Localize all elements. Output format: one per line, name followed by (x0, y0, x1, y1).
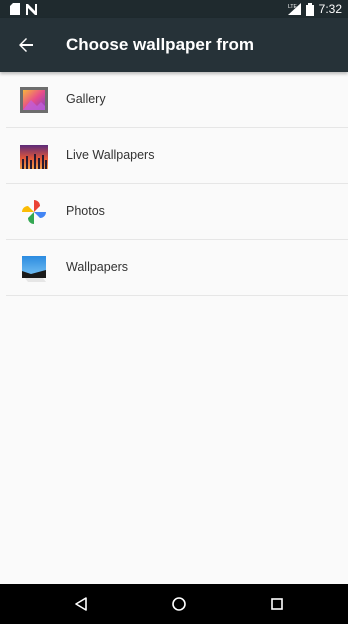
status-left-icons (10, 3, 37, 15)
gallery-icon (20, 87, 48, 113)
signal-icon: LTE (287, 3, 301, 15)
wallpaper-source-list: Gallery Live Wallpapers Photos Wallpaper… (6, 72, 348, 296)
nav-recents-button[interactable] (265, 592, 289, 616)
list-item-label: Wallpapers (66, 260, 129, 274)
nav-back-button[interactable] (69, 592, 93, 616)
photos-icon (22, 200, 46, 224)
wallpapers-icon (22, 256, 46, 282)
list-item-gallery[interactable]: Gallery (6, 72, 348, 128)
app-bar: Choose wallpaper from (0, 18, 348, 72)
list-item-live-wallpapers[interactable]: Live Wallpapers (6, 128, 348, 184)
svg-text:LTE: LTE (288, 4, 297, 10)
arrow-back-icon (19, 38, 33, 52)
page-title: Choose wallpaper from (66, 35, 254, 54)
nav-home-button[interactable] (167, 592, 191, 616)
back-triangle-icon (75, 597, 87, 611)
list-item-wallpapers[interactable]: Wallpapers (6, 240, 348, 296)
list-item-label: Live Wallpapers (66, 148, 155, 162)
navigation-bar (0, 584, 348, 624)
status-bar: LTE 7:32 (0, 0, 348, 18)
back-button[interactable] (12, 31, 40, 59)
home-circle-icon (172, 597, 186, 611)
sd-card-icon (10, 3, 20, 15)
notification-n-icon (26, 3, 37, 15)
screen: LTE 7:32 Choose wallpaper from Gallery L… (0, 0, 348, 624)
list-item-label: Photos (66, 204, 105, 218)
live-wallpapers-icon (20, 145, 48, 169)
list-item-label: Gallery (66, 92, 106, 106)
status-right-icons: LTE 7:32 (287, 2, 342, 16)
list-item-photos[interactable]: Photos (6, 184, 348, 240)
status-time: 7:32 (318, 2, 342, 16)
battery-icon (305, 2, 314, 16)
recents-square-icon (271, 598, 283, 610)
